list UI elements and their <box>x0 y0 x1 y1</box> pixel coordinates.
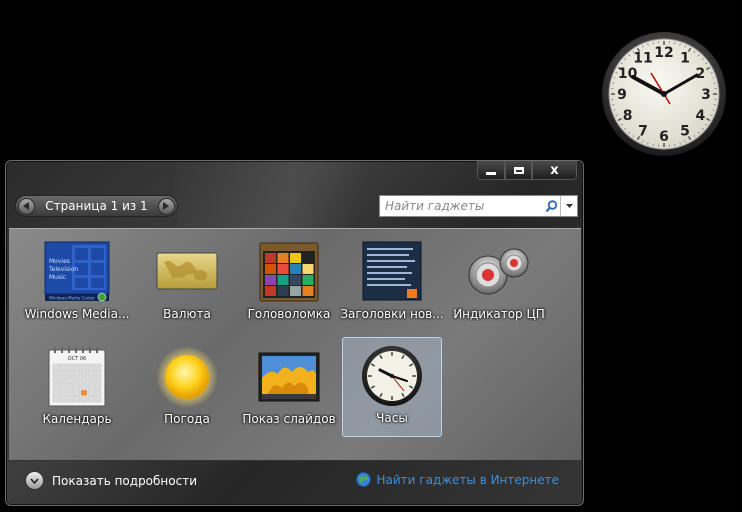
gadget-tile-media-center[interactable]: Movies Television Music Windows Media Ce… <box>25 234 129 334</box>
chevron-left-icon <box>23 202 29 210</box>
clock-numeral: 1 <box>680 51 690 67</box>
svg-text:Movies: Movies <box>49 258 70 265</box>
desktop-clock-gadget[interactable]: 12 1 2 3 4 5 6 7 8 9 10 11 <box>600 30 728 158</box>
svg-text:OCT 06: OCT 06 <box>68 356 86 362</box>
gadget-label: Показ слайдов <box>242 412 336 426</box>
gadget-tile-slideshow[interactable]: Показ слайдов <box>239 339 339 439</box>
clock-numeral: 4 <box>695 108 705 124</box>
show-details-label: Показать подробности <box>52 473 197 488</box>
gadget-gallery-window: x Страница 1 из 1 Найти гаджеты Movies T… <box>5 160 584 506</box>
svg-text:Windows Media Center: Windows Media Center <box>49 296 95 301</box>
close-icon: x <box>550 162 559 178</box>
calendar-icon: OCT 06 <box>27 345 127 409</box>
gadget-tile-feed-headlines[interactable]: Заголовки нов... <box>340 234 444 334</box>
next-page-button[interactable] <box>158 197 175 215</box>
gadget-label: Валюта <box>163 307 211 321</box>
gadget-tile-cpu-meter[interactable]: Индикатор ЦП <box>449 234 549 334</box>
search-dropdown-button[interactable] <box>560 196 577 216</box>
chevron-right-icon <box>163 202 169 210</box>
gadget-label: Календарь <box>42 412 112 426</box>
slideshow-icon <box>239 345 339 409</box>
weather-sun-icon <box>137 345 237 409</box>
clock-icon <box>343 344 441 408</box>
show-details-toggle[interactable]: Показать подробности <box>25 471 197 490</box>
chevron-down-icon <box>565 204 573 208</box>
svg-text:Music: Music <box>49 274 66 281</box>
maximize-button[interactable] <box>505 161 532 180</box>
previous-page-button[interactable] <box>18 197 35 215</box>
close-button[interactable]: x <box>532 161 577 180</box>
clock-numeral: 9 <box>617 87 627 103</box>
page-indicator: Страница 1 из 1 <box>45 199 148 213</box>
globe-icon <box>356 472 372 487</box>
clock-numeral: 3 <box>701 87 711 103</box>
search-icon <box>545 199 557 212</box>
window-footer: Показать подробности Найти гаджеты в Инт… <box>6 461 583 505</box>
cpu-meter-icon <box>449 240 549 304</box>
minimize-icon <box>486 171 496 175</box>
gadget-label: Windows Media... <box>24 307 130 321</box>
gadget-search-box <box>379 195 578 217</box>
svg-text:Television: Television <box>48 266 78 273</box>
gadget-label: Часы <box>376 411 408 425</box>
gadget-label: Индикатор ЦП <box>453 307 545 321</box>
minimize-button[interactable] <box>477 161 505 180</box>
search-button[interactable] <box>542 196 560 216</box>
gadget-tile-weather[interactable]: Погода <box>137 339 237 439</box>
gadget-tile-puzzle[interactable]: Головоломка <box>239 234 339 334</box>
gadget-label: Погода <box>164 412 210 426</box>
gadget-tile-clock[interactable]: Часы <box>342 337 442 437</box>
clock-numeral: 7 <box>638 123 648 139</box>
feed-headlines-icon <box>342 240 442 304</box>
page-navigator: Страница 1 из 1 <box>15 195 178 217</box>
gadget-label: Головоломка <box>247 307 331 321</box>
currency-icon <box>137 240 237 304</box>
get-gadgets-online-link[interactable]: Найти гаджеты в Интернете <box>356 472 559 487</box>
clock-numeral: 6 <box>659 129 669 145</box>
gadget-tile-currency[interactable]: Валюта <box>137 234 237 334</box>
chevron-down-icon <box>25 471 44 490</box>
gadget-grid: Movies Television Music Windows Media Ce… <box>9 228 581 461</box>
clock-numeral: 5 <box>680 123 690 139</box>
get-gadgets-online-label: Найти гаджеты в Интернете <box>376 472 559 487</box>
maximize-icon <box>513 166 524 174</box>
search-input[interactable] <box>380 196 542 216</box>
gadget-tile-calendar[interactable]: OCT 06 Календарь <box>27 339 127 439</box>
gadget-label: Заголовки нов... <box>340 307 444 321</box>
clock-numeral: 12 <box>654 45 673 61</box>
clock-numeral: 8 <box>623 108 633 124</box>
clock-numeral: 11 <box>633 51 652 67</box>
clock-face-icon: 12 1234567891011 <box>602 32 726 156</box>
window-caption-buttons: x <box>477 161 577 180</box>
media-center-icon: Movies Television Music Windows Media Ce… <box>27 240 127 304</box>
puzzle-icon <box>239 240 339 304</box>
